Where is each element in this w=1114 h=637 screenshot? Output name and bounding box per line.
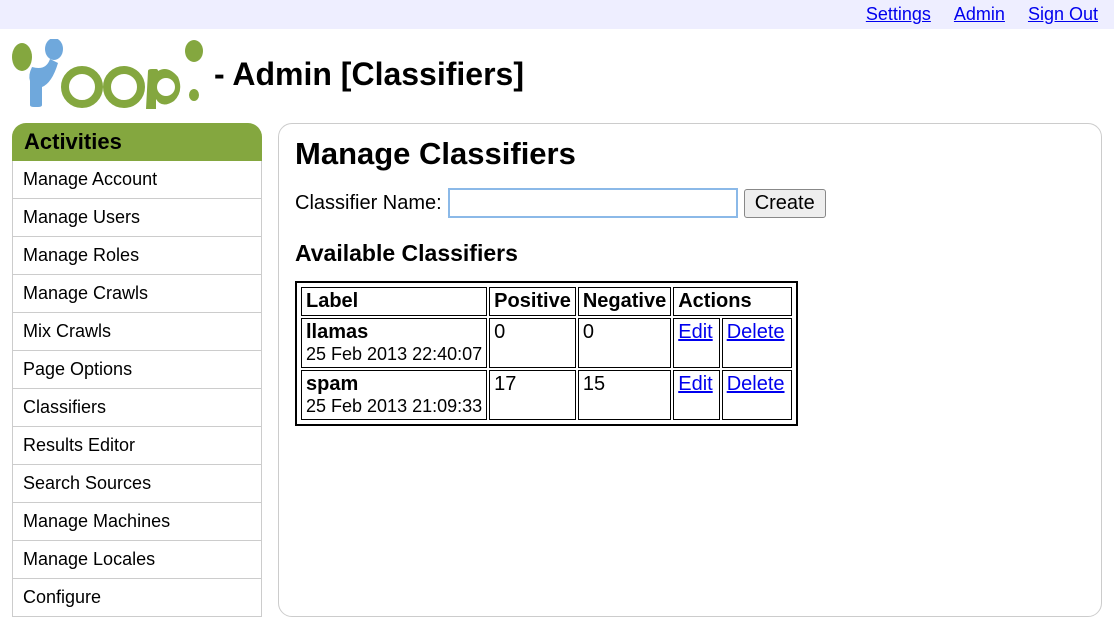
col-negative: Negative — [578, 287, 671, 316]
table-row: spam 25 Feb 2013 21:09:33 17 15 Edit Del… — [301, 370, 792, 420]
col-positive: Positive — [489, 287, 576, 316]
main-heading: Manage Classifiers — [295, 136, 1085, 172]
header: - Admin [Classifiers] — [0, 29, 1114, 123]
cell-negative: 15 — [578, 370, 671, 420]
delete-link[interactable]: Delete — [727, 321, 785, 343]
sidebar-item-classifiers[interactable]: Classifiers — [12, 389, 262, 427]
yioop-logo — [8, 39, 208, 109]
cell-label: spam 25 Feb 2013 21:09:33 — [301, 370, 487, 420]
sidebar-item-manage-roles[interactable]: Manage Roles — [12, 237, 262, 275]
row-label-text: spam — [306, 373, 358, 395]
sidebar-item-manage-locales[interactable]: Manage Locales — [12, 541, 262, 579]
cell-positive: 17 — [489, 370, 576, 420]
create-button[interactable]: Create — [744, 189, 826, 218]
page-title: - Admin [Classifiers] — [214, 56, 524, 93]
classifier-name-input[interactable] — [448, 188, 738, 218]
settings-link[interactable]: Settings — [866, 4, 931, 24]
classifiers-table-wrap: Label Positive Negative Actions llamas 2… — [295, 281, 798, 426]
topbar: Settings Admin Sign Out — [0, 0, 1114, 29]
sidebar-item-manage-crawls[interactable]: Manage Crawls — [12, 275, 262, 313]
sidebar-item-page-options[interactable]: Page Options — [12, 351, 262, 389]
table-row: llamas 25 Feb 2013 22:40:07 0 0 Edit Del… — [301, 318, 792, 368]
sidebar-header: Activities — [12, 123, 262, 161]
sidebar-item-manage-users[interactable]: Manage Users — [12, 199, 262, 237]
cell-label: llamas 25 Feb 2013 22:40:07 — [301, 318, 487, 368]
edit-link[interactable]: Edit — [678, 373, 712, 395]
sign-out-link[interactable]: Sign Out — [1028, 4, 1098, 24]
classifiers-table: Label Positive Negative Actions llamas 2… — [299, 285, 794, 422]
row-timestamp: 25 Feb 2013 21:09:33 — [306, 396, 482, 417]
admin-link[interactable]: Admin — [954, 4, 1005, 24]
sidebar-item-configure[interactable]: Configure — [12, 579, 262, 617]
row-timestamp: 25 Feb 2013 22:40:07 — [306, 344, 482, 365]
col-label: Label — [301, 287, 487, 316]
classifier-name-label: Classifier Name: — [295, 192, 442, 215]
sidebar-item-manage-account[interactable]: Manage Account — [12, 161, 262, 199]
sidebar-item-manage-machines[interactable]: Manage Machines — [12, 503, 262, 541]
sidebar-item-mix-crawls[interactable]: Mix Crawls — [12, 313, 262, 351]
cell-delete: Delete — [722, 318, 792, 368]
sidebar: Activities Manage Account Manage Users M… — [12, 123, 262, 617]
cell-positive: 0 — [489, 318, 576, 368]
table-header-row: Label Positive Negative Actions — [301, 287, 792, 316]
available-heading: Available Classifiers — [295, 240, 1085, 267]
cell-edit: Edit — [673, 370, 719, 420]
sidebar-item-search-sources[interactable]: Search Sources — [12, 465, 262, 503]
edit-link[interactable]: Edit — [678, 321, 712, 343]
main-panel: Manage Classifiers Classifier Name: Crea… — [278, 123, 1102, 617]
delete-link[interactable]: Delete — [727, 373, 785, 395]
col-actions: Actions — [673, 287, 791, 316]
classifier-form: Classifier Name: Create — [295, 188, 1085, 218]
row-label-text: llamas — [306, 321, 368, 343]
sidebar-item-results-editor[interactable]: Results Editor — [12, 427, 262, 465]
cell-negative: 0 — [578, 318, 671, 368]
cell-delete: Delete — [722, 370, 792, 420]
cell-edit: Edit — [673, 318, 719, 368]
